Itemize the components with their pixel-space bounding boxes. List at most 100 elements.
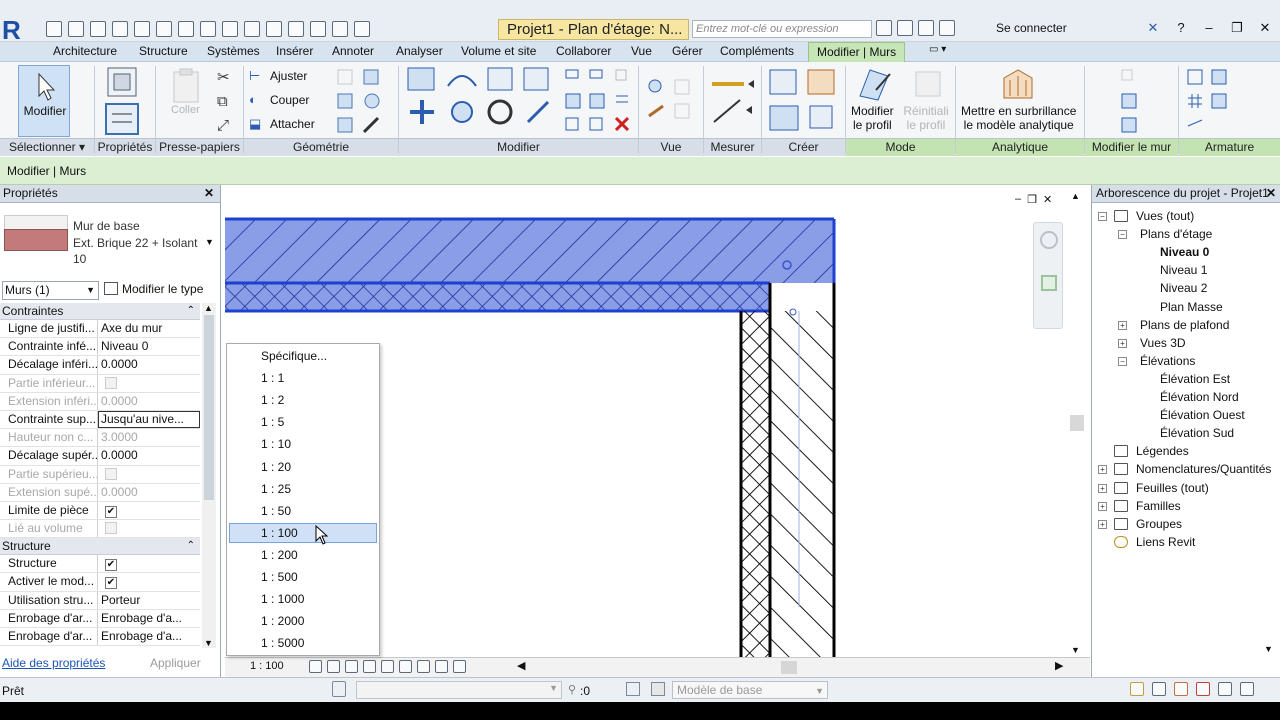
measure-icon[interactable]	[178, 21, 194, 37]
scale-option[interactable]: Spécifique...	[261, 349, 327, 363]
scroll-down-icon[interactable]: ▼	[204, 638, 213, 648]
select-by-face-icon[interactable]	[1196, 682, 1210, 696]
design-option-select[interactable]: Modèle de base ▼	[672, 681, 828, 699]
browser-item[interactable]: Vues (tout)	[1136, 209, 1194, 223]
save-icon[interactable]	[68, 21, 84, 37]
scale-option[interactable]: 1 : 1	[261, 371, 284, 385]
restore-view-icon[interactable]: ❐	[1027, 193, 1037, 206]
collapse-icon[interactable]: −	[1118, 356, 1127, 366]
rebar-tools-icons[interactable]	[1184, 68, 1232, 134]
scale-option[interactable]: 1 : 5	[261, 415, 284, 429]
apply-button[interactable]: Appliquer	[150, 656, 201, 670]
expand-icon[interactable]: +	[1118, 320, 1127, 330]
measure-tools-icons[interactable]	[708, 70, 758, 134]
close-icon[interactable]: ✕	[1266, 185, 1276, 202]
browser-item[interactable]: Plans d'étage	[1140, 227, 1212, 241]
geometry-tools-icons[interactable]	[334, 66, 390, 136]
browser-item[interactable]: Niveau 1	[1160, 263, 1207, 277]
scroll-right-icon[interactable]: ▶	[1055, 659, 1063, 672]
show-crop-icon[interactable]	[399, 660, 412, 673]
browser-item[interactable]: Élévation Est	[1160, 372, 1230, 386]
browser-item[interactable]: Liens Revit	[1136, 535, 1195, 549]
property-value-cell[interactable]: Niveau 0	[98, 338, 200, 355]
exchange-icon[interactable]: ✕	[1146, 20, 1160, 36]
browser-item[interactable]: Nomenclatures/Quantités	[1136, 462, 1271, 476]
collapse-icon[interactable]: ⌃	[187, 303, 195, 319]
property-value-cell[interactable]: Enrobage d'a...	[98, 628, 200, 645]
tab-systemes[interactable]: Systèmes	[207, 44, 260, 58]
panel-label-selectionner[interactable]: Sélectionner ▾	[0, 138, 94, 156]
select-underlay-icon[interactable]	[1152, 682, 1166, 696]
worksets-icon[interactable]	[332, 681, 346, 697]
open-icon[interactable]	[46, 21, 62, 37]
filter-icon[interactable]	[1240, 682, 1254, 696]
design-options-icon[interactable]	[626, 682, 640, 696]
property-value-cell[interactable]: ✔	[98, 555, 200, 572]
reset-profile-icon[interactable]	[910, 66, 946, 102]
tab-vue[interactable]: Vue	[631, 44, 652, 58]
instance-filter-select[interactable]: Murs (1) ▼	[2, 281, 99, 300]
join-icon[interactable]: ⊢	[249, 68, 260, 84]
select-pinned-icon[interactable]	[1174, 682, 1188, 696]
scale-option[interactable]: 1 : 1000	[261, 592, 304, 606]
text-icon[interactable]	[244, 21, 260, 37]
browser-item[interactable]: Élévation Sud	[1160, 426, 1234, 440]
browser-item[interactable]: Plan Masse	[1160, 300, 1223, 314]
print-icon[interactable]	[156, 21, 172, 37]
browser-item[interactable]: Élévations	[1140, 354, 1195, 368]
property-group-header[interactable]: Structure ⌃	[0, 538, 200, 556]
view-scale-button[interactable]: 1 : 100	[250, 660, 284, 672]
steering-wheel-icon[interactable]	[1040, 231, 1058, 249]
scale-option[interactable]: 1 : 100	[229, 522, 377, 543]
edit-profile-button[interactable]: Modifier le profil	[851, 104, 894, 132]
scroll-up-icon[interactable]: ▲	[204, 303, 213, 313]
edit-type-button[interactable]: Modifier le type	[104, 281, 217, 300]
attach-icon[interactable]: ⬓	[249, 116, 261, 132]
collapse-icon[interactable]: −	[1118, 230, 1127, 240]
editable-only-icon[interactable]: ⚲	[568, 683, 576, 696]
properties-scrollbar[interactable]: ▲ ▼	[202, 303, 216, 648]
drag-elements-icon[interactable]	[1218, 682, 1232, 696]
close-hidden-icon[interactable]	[332, 21, 348, 37]
scale-option[interactable]: 1 : 2000	[261, 614, 304, 628]
panel-toggle-icon[interactable]: ▭ ▾	[929, 44, 946, 55]
property-value-cell[interactable]: Enrobage d'a...	[98, 610, 200, 627]
view-tools-icons[interactable]	[645, 76, 701, 126]
tag-icon[interactable]	[222, 21, 238, 37]
property-checkbox[interactable]: ✔	[105, 577, 117, 590]
crop-view-icon[interactable]	[381, 660, 394, 673]
browser-item[interactable]: Niveau 2	[1160, 281, 1207, 295]
visual-style-icon[interactable]	[327, 660, 340, 673]
chevron-down-icon[interactable]: ▼	[205, 237, 214, 247]
tab-analyser[interactable]: Analyser	[396, 44, 443, 58]
thin-lines-icon[interactable]	[310, 21, 326, 37]
section-icon[interactable]	[288, 21, 304, 37]
workset-select[interactable]: ▼	[356, 681, 562, 699]
highlight-analytical-button[interactable]: Mettre en surbrillance le modèle analyti…	[961, 104, 1076, 132]
modify-button[interactable]: Modifier	[18, 65, 70, 137]
paste-icon[interactable]	[168, 68, 204, 108]
help-icon[interactable]: ?	[1174, 20, 1188, 36]
match-type-icon[interactable]: ⤢	[217, 114, 229, 138]
zoom-icon[interactable]	[1041, 275, 1057, 291]
expand-icon[interactable]: +	[1098, 483, 1107, 493]
vertical-wall[interactable]	[739, 283, 836, 657]
scroll-up-icon[interactable]: ▲	[1071, 191, 1080, 201]
browser-item[interactable]: Groupes	[1136, 517, 1182, 531]
scale-option[interactable]: 1 : 20	[261, 460, 291, 474]
binoculars-icon[interactable]	[876, 20, 892, 36]
favorites-star-icon[interactable]	[939, 20, 955, 36]
scale-option[interactable]: 1 : 200	[261, 548, 298, 562]
sun-path-icon[interactable]	[345, 660, 358, 673]
vertical-scroll-thumb[interactable]	[1070, 415, 1084, 431]
tab-modifier-murs[interactable]: Modifier | Murs	[808, 42, 906, 63]
property-value-cell[interactable]: ✔	[98, 502, 200, 519]
copy-icon[interactable]: ⧉	[217, 90, 228, 114]
tab-gerer[interactable]: Gérer	[672, 44, 703, 58]
tab-structure[interactable]: Structure	[139, 44, 188, 58]
detail-level-icon[interactable]	[309, 660, 322, 673]
browser-item[interactable]: Légendes	[1136, 444, 1189, 458]
join-button[interactable]: Ajuster	[270, 69, 307, 83]
horizontal-scroll-thumb[interactable]	[781, 661, 797, 674]
attach-button[interactable]: Attacher	[270, 117, 315, 131]
